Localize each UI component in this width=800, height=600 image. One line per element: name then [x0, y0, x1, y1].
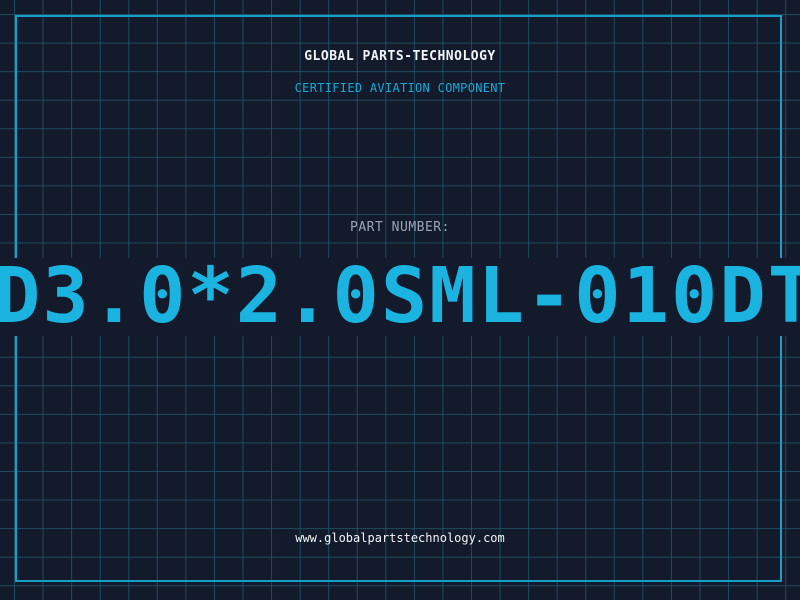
website-url: www.globalpartstechnology.com — [295, 531, 505, 545]
company-name: GLOBAL PARTS-TECHNOLOGY — [304, 49, 496, 64]
part-number-band: D3.0*2.0SML-010DT0 — [0, 258, 800, 336]
certificate-card: GLOBAL PARTS-TECHNOLOGY CERTIFIED AVIATI… — [0, 0, 800, 600]
part-number-value: D3.0*2.0SML-010DT0 — [0, 258, 800, 336]
certification-subtitle: CERTIFIED AVIATION COMPONENT — [294, 81, 506, 95]
part-number-label: PART NUMBER: — [350, 220, 450, 235]
